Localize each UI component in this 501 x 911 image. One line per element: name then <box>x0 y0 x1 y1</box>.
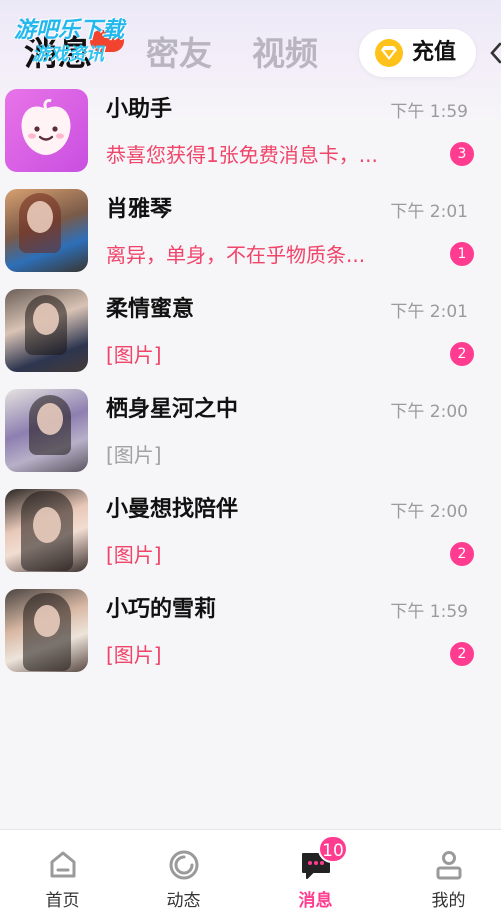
nav-profile[interactable]: 我的 <box>386 830 501 911</box>
conversation-row[interactable]: 栖身星河之中 下午 2:00 [图片] <box>0 386 501 486</box>
conversation-row[interactable]: 小助手 下午 1:59 恭喜您获得1张免费消息卡，... 3 <box>0 86 501 186</box>
message-time: 下午 2:00 <box>390 402 468 422</box>
watermark-line2: 游戏资讯 <box>32 44 104 65</box>
contact-name: 小巧的雪莉 <box>106 597 217 622</box>
recharge-button[interactable]: 充值 <box>359 29 476 77</box>
conversation-row[interactable]: 小曼想找陪伴 下午 2:00 [图片] 2 <box>0 486 501 586</box>
message-preview: [图片] <box>106 643 162 667</box>
message-preview: 离异，单身，不在乎物质条... <box>106 243 366 267</box>
message-preview: [图片] <box>106 443 162 467</box>
unread-badge: 3 <box>450 142 474 166</box>
avatar-photo <box>5 189 88 272</box>
unread-badge: 1 <box>450 242 474 266</box>
message-preview: 恭喜您获得1张免费消息卡，... <box>106 143 378 167</box>
avatar-face-shape <box>34 605 60 637</box>
avatar-assistant <box>5 89 88 172</box>
chevron-left-icon[interactable] <box>488 41 501 65</box>
contact-name: 柔情蜜意 <box>106 297 195 322</box>
recharge-label: 充值 <box>412 40 457 65</box>
peach-mascot-icon <box>21 99 71 155</box>
message-time: 下午 2:01 <box>390 302 468 322</box>
nav-messages[interactable]: 消息 <box>253 830 378 911</box>
avatar-photo <box>5 489 88 572</box>
message-unread-badge: 10 <box>318 835 348 863</box>
bottom-navigation: 首页 动态 消息 我的 <box>0 829 501 911</box>
contact-name: 肖雅琴 <box>106 197 173 222</box>
message-preview: [图片] <box>106 543 162 567</box>
home-icon <box>50 851 76 878</box>
message-time: 下午 2:00 <box>390 502 468 522</box>
moments-icon <box>169 850 199 880</box>
contact-name: 小曼想找陪伴 <box>106 497 239 522</box>
conversation-row[interactable]: 小巧的雪莉 下午 1:59 [图片] 2 <box>0 586 501 686</box>
profile-icon <box>436 851 462 880</box>
nav-moments[interactable]: 动态 <box>121 830 246 911</box>
nav-home-label: 首页 <box>45 891 80 911</box>
unread-badge: 2 <box>450 542 474 566</box>
avatar-photo <box>5 589 88 672</box>
avatar-face-shape <box>27 201 53 233</box>
nav-profile-label: 我的 <box>431 891 466 911</box>
nav-home[interactable]: 首页 <box>0 830 125 911</box>
tab-video[interactable]: 视频 <box>252 30 318 78</box>
avatar-photo <box>5 389 88 472</box>
contact-name: 栖身星河之中 <box>106 397 239 422</box>
nav-messages-label: 消息 <box>298 891 333 911</box>
unread-badge: 2 <box>450 342 474 366</box>
unread-badge: 2 <box>450 642 474 666</box>
conversation-row[interactable]: 柔情蜜意 下午 2:01 [图片] 2 <box>0 286 501 386</box>
avatar-photo <box>5 289 88 372</box>
conversation-row[interactable]: 肖雅琴 下午 2:01 离异，单身，不在乎物质条... 1 <box>0 186 501 286</box>
avatar-face-shape <box>37 403 63 435</box>
message-time: 下午 1:59 <box>390 602 468 622</box>
watermark-logo: 游吧乐下载 游戏资讯 <box>8 10 158 65</box>
avatar-face-shape <box>33 507 61 543</box>
avatar-face-shape <box>33 303 59 335</box>
diamond-coin-icon <box>375 39 403 67</box>
nav-moments-label: 动态 <box>166 891 201 911</box>
conversation-list: 小助手 下午 1:59 恭喜您获得1张免费消息卡，... 3 肖雅琴 下午 2:… <box>0 86 501 686</box>
contact-name: 小助手 <box>106 97 173 122</box>
message-preview: [图片] <box>106 343 162 367</box>
message-time: 下午 1:59 <box>390 102 468 122</box>
message-time: 下午 2:01 <box>390 202 468 222</box>
